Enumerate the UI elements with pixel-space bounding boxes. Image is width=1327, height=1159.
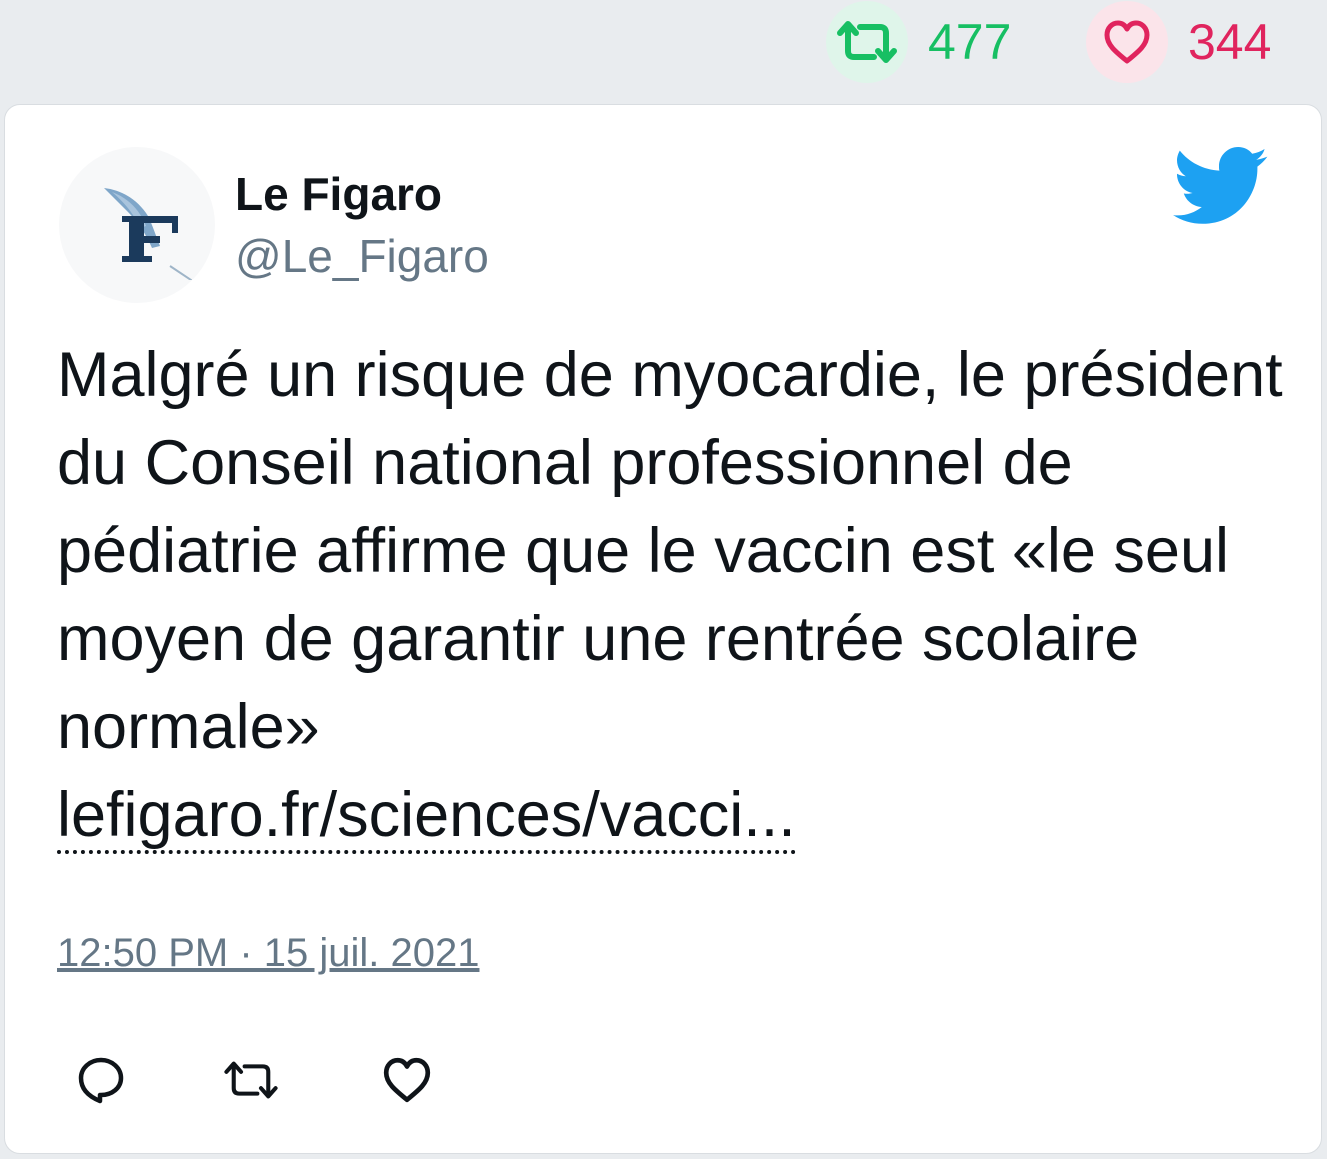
figaro-logo-icon — [104, 188, 192, 280]
retweet-count: 477 — [928, 14, 1012, 70]
heart-icon[interactable] — [1086, 1, 1168, 83]
like-count: 344 — [1188, 14, 1272, 70]
tweet-link[interactable]: lefigaro.fr/sciences/vacci... — [57, 780, 796, 854]
tweet-body: Malgré un risque de myocardie, le présid… — [57, 331, 1287, 859]
retweet-icon[interactable] — [826, 1, 908, 83]
heart-icon[interactable] — [377, 1050, 437, 1110]
tweet-text: Malgré un risque de myocardie, le présid… — [57, 340, 1283, 762]
tweet-card: Le Figaro @Le_Figaro Malgré un risque de… — [4, 104, 1322, 1154]
author-name[interactable]: Le Figaro — [235, 167, 442, 221]
twitter-bird-icon[interactable] — [1173, 147, 1269, 232]
engagement-bar: 477 344 — [0, 0, 1327, 100]
avatar[interactable] — [59, 147, 215, 303]
reply-icon[interactable] — [71, 1050, 131, 1110]
like-stat[interactable]: 344 — [1086, 0, 1271, 84]
retweet-icon[interactable] — [221, 1050, 281, 1110]
retweet-stat[interactable]: 477 — [826, 0, 1011, 84]
tweet-timestamp[interactable]: 12:50 PM · 15 juil. 2021 — [57, 931, 479, 976]
author-handle[interactable]: @Le_Figaro — [235, 229, 489, 283]
